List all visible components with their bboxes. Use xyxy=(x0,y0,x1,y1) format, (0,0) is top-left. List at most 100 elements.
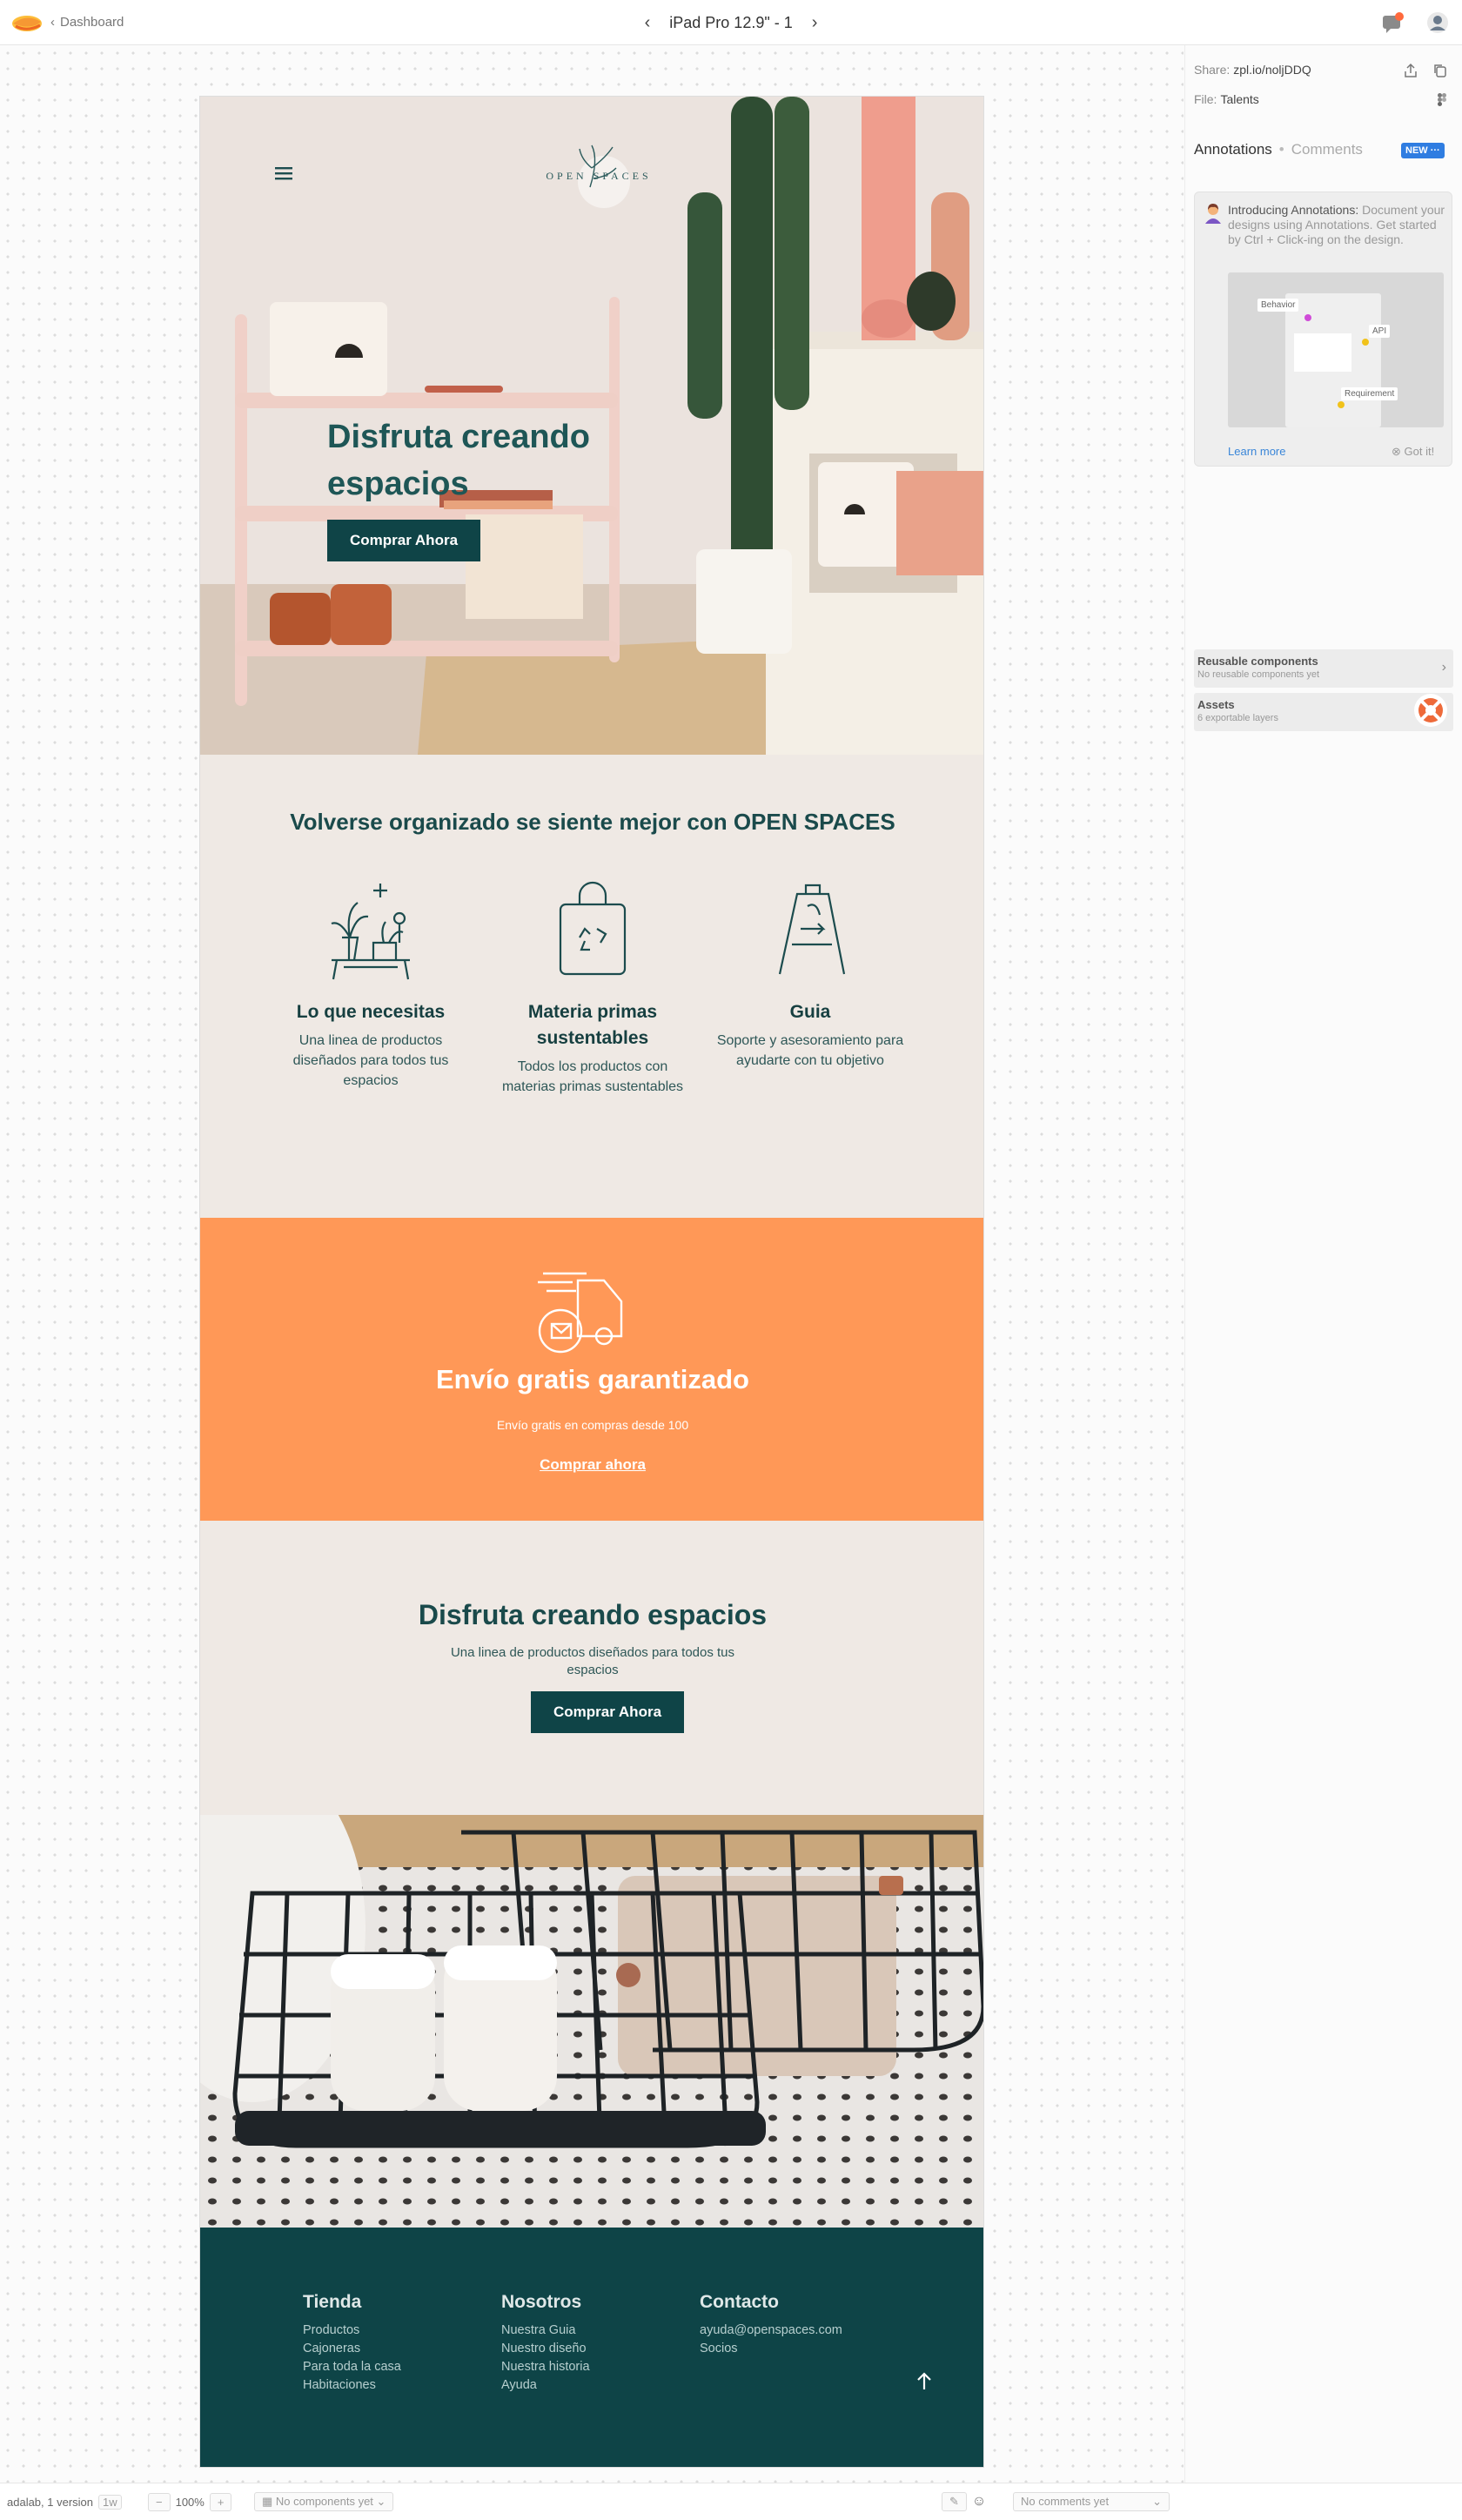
hero-section: OPEN SPACES Disfruta creando espacios Co… xyxy=(200,97,983,755)
feature-item: Guia Soporte y asesoramiento para ayudar… xyxy=(714,877,906,1071)
footer-link[interactable]: Nuestra Guia xyxy=(501,2322,675,2340)
close-circle-icon: ⊗ xyxy=(1392,445,1401,458)
intro-title: Introducing Annotations: xyxy=(1228,203,1359,217)
footer-link[interactable]: Para toda la casa xyxy=(303,2358,477,2376)
share-url[interactable]: zpl.io/noljDDQ xyxy=(1233,63,1311,77)
reusable-components-row[interactable]: Reusable components No reusable componen… xyxy=(1194,649,1453,688)
figma-icon[interactable] xyxy=(1434,92,1450,108)
features-heading: Volverse organizado se siente mejor con … xyxy=(290,809,895,835)
annotations-tabs: Annotations • Comments xyxy=(1194,141,1363,158)
footer-link[interactable]: Cajoneras xyxy=(303,2340,477,2358)
cta-title: Disfruta creando espacios xyxy=(418,1599,768,1630)
comments-select[interactable]: No comments yet ⌄ xyxy=(1013,2492,1170,2511)
got-it-button[interactable]: ⊗ Got it! xyxy=(1392,445,1434,459)
artboard-ipad-pro[interactable]: OPEN SPACES Disfruta creando espacios Co… xyxy=(199,96,984,2468)
new-badge-label: NEW xyxy=(1405,145,1428,156)
feature-item: Materia primas sustentables Todos los pr… xyxy=(497,877,688,1097)
intro-text: Introducing Annotations: Document your d… xyxy=(1228,203,1445,247)
zoom-controls: − 100% + xyxy=(148,2492,232,2511)
notifications-icon[interactable] xyxy=(1380,10,1405,35)
feature-description: Todos los productos con materias primas … xyxy=(501,1059,684,1094)
guide-board-icon xyxy=(778,884,846,975)
components-dropdown[interactable]: ▦ No components yet ⌄ xyxy=(254,2492,394,2511)
previous-screen-icon[interactable]: ‹ xyxy=(645,13,651,33)
tab-annotations[interactable]: Annotations xyxy=(1194,141,1272,158)
screen-name: iPad Pro 12.9" - 1 xyxy=(669,13,793,31)
got-it-label: Got it! xyxy=(1404,445,1435,458)
chevron-left-icon: ‹ xyxy=(50,15,55,30)
comment-mode-icon[interactable]: ✎ ☺ xyxy=(942,2492,986,2511)
reusable-components-subtitle: No reusable components yet xyxy=(1197,669,1320,680)
annotations-illustration: Behavior API Requirement xyxy=(1228,272,1444,427)
cta-shop-now-button[interactable]: Comprar Ahora xyxy=(531,1691,684,1733)
comment-bubble-icon[interactable]: ✎ xyxy=(942,2492,967,2511)
file-name[interactable]: Talents xyxy=(1220,92,1258,106)
person-emoji-icon xyxy=(1205,204,1221,224)
assets-subtitle: 6 exportable layers xyxy=(1197,713,1278,723)
tab-comments[interactable]: Comments xyxy=(1291,141,1363,158)
footer-link[interactable]: Productos xyxy=(303,2322,477,2340)
delivery-truck-icon xyxy=(538,1272,623,1354)
feature-title: Guia xyxy=(789,1002,831,1022)
version-info[interactable]: adalab, 1 version 1w xyxy=(7,2492,122,2511)
help-lifebuoy-icon[interactable] xyxy=(1413,693,1448,728)
footer-email-link[interactable]: ayuda@openspaces.com xyxy=(700,2322,874,2340)
footer-link[interactable]: Socios xyxy=(700,2340,874,2358)
footer-link[interactable]: Nuestra historia xyxy=(501,2358,675,2376)
footer-link[interactable]: Habitaciones xyxy=(303,2376,477,2395)
share-export-icon[interactable] xyxy=(1403,63,1418,78)
back-to-top-arrow-icon[interactable] xyxy=(915,2370,933,2391)
next-screen-icon[interactable]: › xyxy=(812,13,818,33)
version-label: adalab, 1 version xyxy=(7,2495,94,2509)
copy-link-icon[interactable] xyxy=(1432,63,1448,78)
footer: Tienda Productos Cajoneras Para toda la … xyxy=(200,2228,983,2467)
hamburger-menu-icon[interactable] xyxy=(275,166,292,180)
footer-column-nosotros: Nosotros Nuestra Guia Nuestro diseño Nue… xyxy=(501,2292,675,2395)
comments-dropdown[interactable]: No comments yet ⌄ xyxy=(1013,2492,1170,2511)
footer-heading: Contacto xyxy=(700,2292,779,2312)
user-avatar-icon[interactable] xyxy=(1425,10,1450,35)
new-badge: NEW ··· xyxy=(1401,143,1445,158)
share-label: Share: xyxy=(1194,63,1231,77)
free-shipping-banner: Envío gratis garantizado Envío gratis en… xyxy=(200,1218,983,1521)
cta-description: Una linea de productos diseñados para to… xyxy=(450,1645,735,1677)
screen-navigator: ‹ iPad Pro 12.9" - 1 › xyxy=(644,10,818,35)
learn-more-link[interactable]: Learn more xyxy=(1228,445,1285,458)
annotations-intro-card: Introducing Annotations: Document your d… xyxy=(1194,192,1452,467)
bottom-bar: adalab, 1 version 1w − 100% + ▦ No compo… xyxy=(0,2483,1462,2520)
hero-title: Disfruta creando espacios xyxy=(327,419,590,502)
footer-link[interactable]: Nuestro diseño xyxy=(501,2340,675,2358)
zeplin-logo-icon[interactable] xyxy=(10,11,44,34)
reusable-components-title: Reusable components xyxy=(1197,655,1318,668)
more-dots-icon[interactable]: ··· xyxy=(1431,145,1440,156)
brand-logo[interactable]: OPEN SPACES xyxy=(538,133,660,217)
footer-column-tienda: Tienda Productos Cajoneras Para toda la … xyxy=(303,2292,477,2395)
assets-title: Assets xyxy=(1197,698,1235,711)
feature-title: Materia primas sustentables xyxy=(527,1002,658,1048)
features-section: Volverse organizado se siente mejor con … xyxy=(200,755,983,1218)
annotator-avatar-icon[interactable]: ☺ xyxy=(972,2494,986,2510)
footer-link[interactable]: Ayuda xyxy=(501,2376,675,2395)
free-shipping-description: Envío gratis en compras desde 100 xyxy=(496,1418,689,1432)
zoom-in-icon[interactable]: + xyxy=(209,2492,232,2511)
feature-title: Lo que necesitas xyxy=(296,1002,446,1022)
illus-requirement-tag: Requirement xyxy=(1341,387,1398,400)
top-bar: ‹ Dashboard ‹ iPad Pro 12.9" - 1 › xyxy=(0,0,1462,45)
chevron-right-icon: › xyxy=(1441,660,1446,675)
zoom-out-icon[interactable]: − xyxy=(148,2492,171,2511)
illus-behavior-tag: Behavior xyxy=(1257,299,1299,312)
hero-shop-now-button[interactable]: Comprar Ahora xyxy=(327,520,480,561)
feature-description: Soporte y asesoramiento para ayudarte co… xyxy=(716,1033,904,1068)
components-select[interactable]: ▦ No components yet ⌄ xyxy=(254,2492,394,2511)
logo-wordmark: OPEN SPACES xyxy=(546,170,652,182)
components-label: No components yet xyxy=(275,2495,373,2508)
illus-api-tag: API xyxy=(1369,325,1391,338)
share-row: Share: zpl.io/noljDDQ xyxy=(1194,63,1311,77)
free-shipping-shop-link[interactable]: Comprar ahora xyxy=(200,1456,983,1474)
zoom-level[interactable]: 100% xyxy=(176,2496,205,2509)
footer-column-contacto: Contacto ayuda@openspaces.com Socios xyxy=(700,2292,874,2358)
feature-item: Lo que necesitas Una linea de productos … xyxy=(275,877,466,1091)
version-age: 1w xyxy=(98,2494,122,2510)
back-to-dashboard-link[interactable]: ‹ Dashboard xyxy=(50,15,124,30)
file-row: File: Talents xyxy=(1194,92,1259,106)
